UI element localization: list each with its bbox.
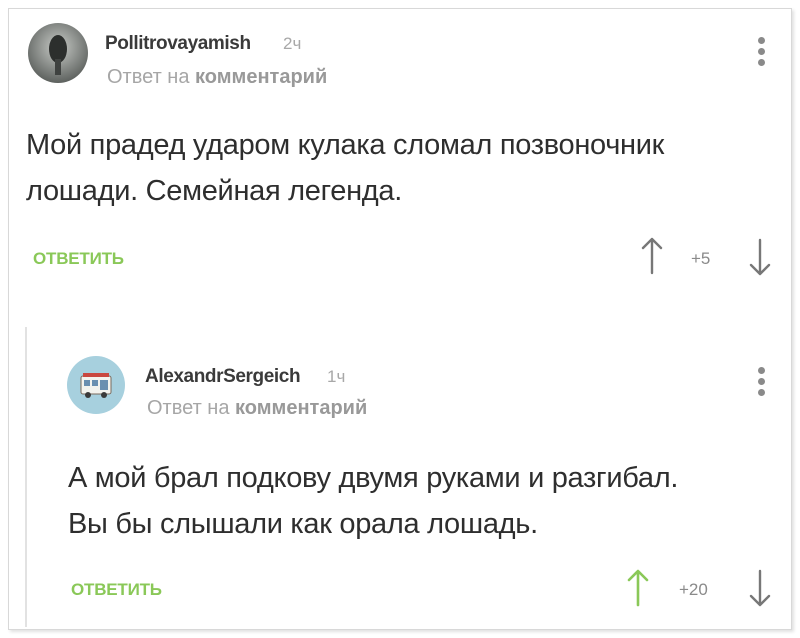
user-avatar[interactable] (67, 356, 125, 414)
more-vertical-icon[interactable] (756, 367, 766, 400)
avatar-image (80, 373, 112, 398)
arrow-down-icon[interactable] (749, 569, 771, 609)
arrow-up-icon[interactable] (627, 567, 649, 607)
comment-text-line: Вы бы слышали как орала лошадь. (68, 508, 538, 540)
comment-2: AlexandrSergeich 1ч Ответ на комментарий… (9, 9, 791, 629)
comment-text: А мой брал подкову двумя руками и разгиб… (68, 455, 678, 547)
reply-button[interactable]: ОТВЕТИТЬ (71, 580, 162, 600)
comment-text-line: А мой брал подкову двумя руками и разгиб… (68, 462, 679, 494)
reply-to-link[interactable]: комментарий (235, 397, 367, 419)
username[interactable]: AlexandrSergeich (145, 366, 301, 388)
screenshot-frame: Pollitrovayamish 2ч Ответ на комментарий… (8, 8, 792, 630)
reply-to-label: Ответ на комментарий (147, 397, 367, 420)
vote-score: +20 (679, 580, 708, 599)
reply-to-prefix: Ответ на (147, 397, 230, 419)
timestamp: 1ч (327, 367, 346, 386)
